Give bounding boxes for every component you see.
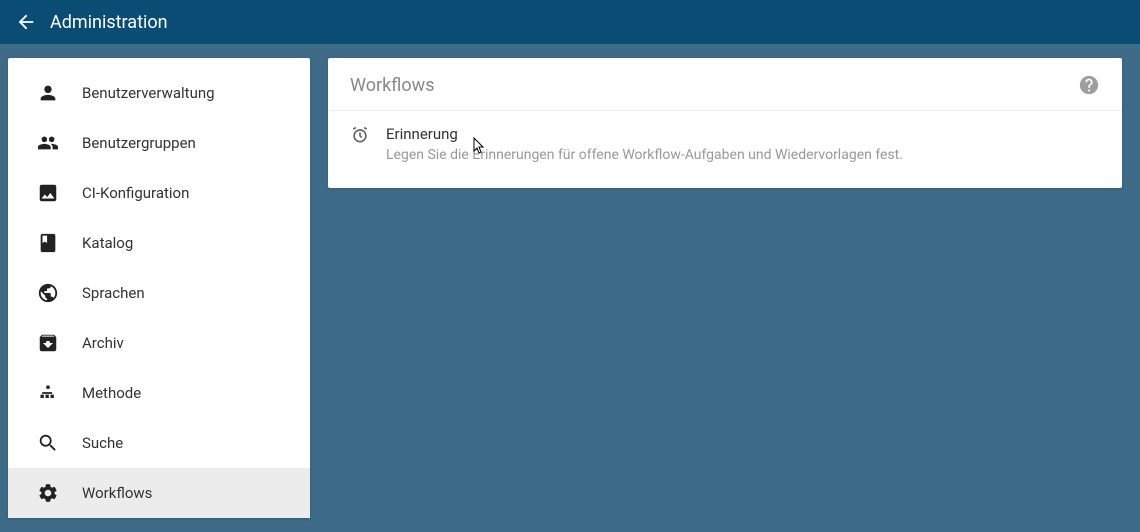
sidebar-item-label: CI-Konfiguration [82,184,189,202]
sidebar-item-sprachen[interactable]: Sprachen [8,268,310,318]
workflow-item-description: Legen Sie die Erinnerungen für offene Wo… [386,147,1100,163]
sidebar-item-katalog[interactable]: Katalog [8,218,310,268]
sidebar-item-archiv[interactable]: Archiv [8,318,310,368]
book-icon [36,231,60,255]
main-title: Workflows [350,75,435,96]
search-icon [36,431,60,455]
sidebar-item-label: Katalog [82,234,133,252]
workflow-item-title: Erinnerung [386,125,1100,143]
sidebar-item-suche[interactable]: Suche [8,418,310,468]
workflow-item-content: Erinnerung Legen Sie die Erinnerungen fü… [386,125,1100,163]
sidebar-item-benutzergruppen[interactable]: Benutzergruppen [8,118,310,168]
sidebar-item-label: Workflows [82,484,152,502]
alarm-icon [350,125,372,147]
sidebar-item-label: Methode [82,384,141,402]
help-button[interactable] [1078,74,1100,96]
arrow-left-icon [15,11,37,33]
sidebar-item-ci-konfiguration[interactable]: CI-Konfiguration [8,168,310,218]
sidebar-item-label: Benutzergruppen [82,134,196,152]
sidebar-item-workflows[interactable]: Workflows [8,468,310,518]
sidebar-item-methode[interactable]: Methode [8,368,310,418]
group-icon [36,131,60,155]
app-header: Administration [0,0,1140,44]
sidebar-item-label: Benutzerverwaltung [82,84,215,102]
sidebar-item-label: Suche [82,434,123,452]
sidebar: Benutzerverwaltung Benutzergruppen CI-Ko… [8,58,310,518]
sidebar-item-label: Archiv [82,334,124,352]
archive-icon [36,331,60,355]
content-area: Benutzerverwaltung Benutzergruppen CI-Ko… [0,44,1140,532]
workflow-item-erinnerung[interactable]: Erinnerung Legen Sie die Erinnerungen fü… [328,111,1122,177]
person-icon [36,81,60,105]
page-title: Administration [50,12,168,33]
sitemap-icon [36,381,60,405]
main-panel: Workflows Erinnerung Legen Sie die Erinn… [328,58,1122,188]
help-icon [1078,74,1100,96]
back-button[interactable] [12,8,40,36]
main-header: Workflows [328,58,1122,111]
image-icon [36,181,60,205]
globe-icon [36,281,60,305]
sidebar-item-benutzerverwaltung[interactable]: Benutzerverwaltung [8,68,310,118]
gear-icon [36,481,60,505]
sidebar-item-label: Sprachen [82,284,145,302]
